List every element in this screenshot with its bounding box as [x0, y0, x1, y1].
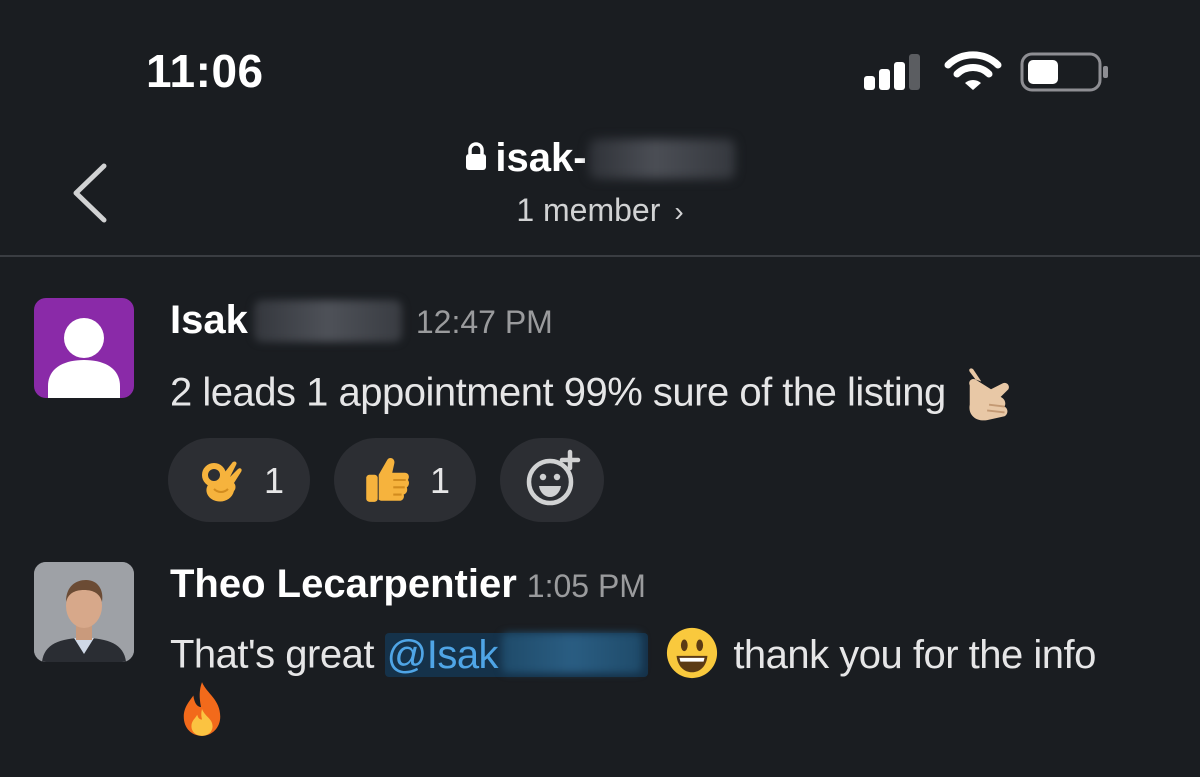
default-user-icon — [48, 318, 120, 398]
author-name[interactable]: Theo Lecarpentier — [170, 562, 517, 607]
channel-name: isak- — [495, 136, 587, 180]
member-count: 1 member — [516, 192, 661, 228]
thumbs-up-icon — [366, 458, 409, 502]
message-body: thank you for the info — [733, 632, 1096, 677]
battery-icon — [1020, 52, 1108, 92]
message-text: 2 leads 1 appointment 99% sure of the li… — [170, 366, 1020, 424]
message-body: That's great — [170, 632, 374, 677]
message-header: Theo Lecarpentier 1:05 PM — [170, 562, 646, 607]
smiley-icon — [666, 627, 717, 679]
message-item[interactable]: Isak 12:47 PM 2 leads 1 appointment 99% s… — [0, 298, 1200, 528]
author-name[interactable]: Isak — [170, 298, 248, 343]
avatar[interactable] — [34, 298, 134, 398]
channel-title[interactable]: isak- — [0, 136, 1200, 181]
status-bar: 11:06 — [0, 0, 1200, 130]
reaction-count: 1 — [264, 460, 285, 501]
message-body: 2 leads 1 appointment 99% sure of the li… — [170, 370, 946, 415]
ok-hand-icon — [202, 461, 242, 502]
status-time: 11:06 — [146, 45, 264, 97]
message-text: That's great @Isak thank you for the inf… — [170, 627, 1096, 684]
reaction-count: 1 — [430, 460, 451, 501]
reaction-thumbs-up[interactable]: 1 — [334, 438, 476, 522]
chevron-right-icon: › — [674, 196, 684, 227]
timestamp[interactable]: 12:47 PM — [416, 304, 553, 341]
user-photo — [34, 562, 134, 662]
call-me-hand-icon — [969, 368, 1010, 421]
redacted-text — [253, 299, 402, 342]
cellular-signal-icon — [864, 54, 924, 90]
redacted-text — [588, 138, 735, 179]
mention-text: @Isak — [386, 632, 499, 677]
timestamp[interactable]: 1:05 PM — [527, 568, 646, 605]
add-reaction-icon — [526, 449, 581, 506]
fire-icon — [183, 682, 221, 736]
channel-header: isak- 1 member › — [0, 130, 1200, 257]
avatar[interactable] — [34, 562, 134, 662]
reaction-ok-hand[interactable]: 1 — [168, 438, 310, 522]
message-header: Isak 12:47 PM — [170, 298, 553, 350]
add-reaction-button[interactable] — [500, 438, 604, 522]
lock-icon — [466, 141, 487, 170]
wifi-icon — [944, 51, 1002, 90]
member-count-link[interactable]: 1 member › — [0, 192, 1200, 229]
message-item[interactable]: Theo Lecarpentier 1:05 PM That's great @I… — [0, 562, 1200, 742]
redacted-text — [502, 633, 643, 673]
user-mention[interactable]: @Isak — [384, 632, 649, 677]
